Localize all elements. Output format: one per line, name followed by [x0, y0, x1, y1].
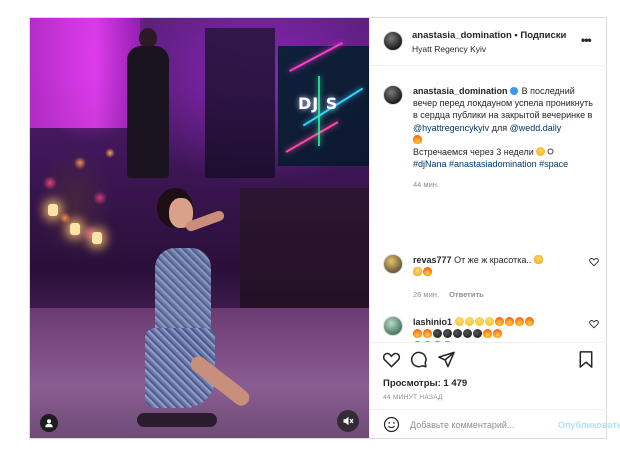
avatar[interactable]	[383, 316, 403, 336]
thumbs-up-emoji-icon	[413, 267, 422, 277]
media-candle	[70, 223, 80, 235]
caption-time: 44 мин.	[413, 180, 439, 190]
add-comment-bar: Добавьте комментарий... Опубликовать	[370, 409, 620, 439]
media-candle	[92, 232, 102, 244]
post-header: anastasia_domination • Подписки Hyatt Re…	[370, 18, 607, 66]
caption-mention[interactable]: @wedd.daily	[510, 123, 562, 133]
avatar[interactable]	[383, 85, 403, 105]
view-count[interactable]: Просмотры: 1 479	[383, 378, 467, 389]
media-performer	[125, 188, 255, 438]
comment-username[interactable]: revas777	[413, 255, 452, 265]
user-tag-icon[interactable]	[40, 414, 58, 432]
follow-button[interactable]: • Подписки	[514, 30, 566, 41]
comment-icon[interactable]	[408, 349, 428, 369]
share-icon[interactable]	[436, 349, 456, 369]
reply-button[interactable]: Ответить	[449, 290, 484, 299]
verified-icon	[510, 87, 519, 95]
comment-like-icon[interactable]	[589, 257, 599, 269]
clapping-emoji-icon	[533, 255, 543, 264]
caption-line2: Встречаемся через 3 недели	[413, 147, 534, 158]
post-media[interactable]: DJ S	[30, 18, 369, 438]
fire-emoji-icon	[413, 134, 422, 144]
caption-for-word: для	[491, 122, 508, 133]
post-time-ago: 44 МИНУТ НАЗАД	[383, 394, 443, 401]
post-location[interactable]: Hyatt Regency Kyiv	[412, 44, 486, 54]
smiling-emoji-icon	[536, 147, 546, 157]
comment-time: 26 мин.	[413, 290, 439, 299]
headphones-emoji-icon	[546, 147, 556, 157]
fire-emoji-icon	[423, 267, 432, 277]
publish-button[interactable]: Опубликовать	[558, 420, 620, 430]
emoji-icon[interactable]	[383, 416, 400, 435]
caption-username[interactable]: anastasia_domination	[413, 86, 508, 96]
media-window	[205, 28, 275, 178]
caption-mention[interactable]: @hyattregencykyiv	[413, 123, 489, 133]
comment-input[interactable]: Добавьте комментарий...	[410, 420, 514, 430]
post-actions: Просмотры: 1 479 44 МИНУТ НАЗАД Добавьте…	[370, 342, 620, 439]
avatar[interactable]	[383, 254, 403, 274]
comment-username[interactable]: lashinio1	[413, 317, 452, 327]
avatar[interactable]	[383, 31, 403, 51]
media-candle	[48, 204, 58, 216]
media-person-background	[125, 28, 170, 178]
caption-hashtags[interactable]: #djNana #anastasiadomination #space	[413, 159, 568, 169]
media-wall-light	[30, 18, 140, 128]
comment-text: От же ж красотка..	[454, 255, 532, 265]
post-username[interactable]: anastasia_domination	[412, 30, 512, 41]
bookmark-icon[interactable]	[576, 349, 596, 369]
dj-screen-text: DJ S	[298, 94, 339, 113]
heart-icon[interactable]	[381, 349, 401, 369]
post-side-panel: anastasia_domination • Подписки Hyatt Re…	[369, 18, 620, 439]
mute-icon[interactable]	[337, 410, 359, 432]
more-options-icon[interactable]: •••	[581, 33, 592, 47]
comments-list[interactable]: anastasia_domination В последний вечер п…	[370, 67, 607, 342]
comment-like-icon[interactable]	[589, 319, 599, 331]
media-dj-screen: DJ S	[278, 42, 369, 166]
media-flowers	[30, 123, 125, 273]
instagram-post: DJ S anastasia_domination • Подписки Hya…	[29, 17, 620, 439]
